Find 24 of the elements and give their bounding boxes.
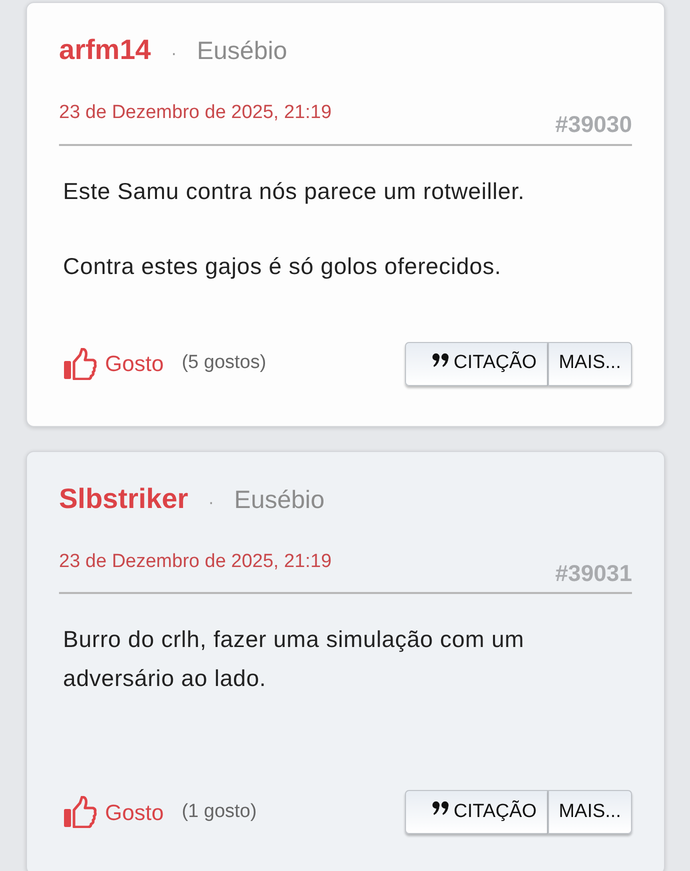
more-button[interactable]: MAIS... xyxy=(548,342,632,386)
quote-button[interactable]: CITAÇÃO xyxy=(404,790,548,834)
quote-icon xyxy=(432,800,450,816)
post-text: Contra estes gajos é só golos oferecidos. xyxy=(62,252,502,281)
like-count: (5 gostos) xyxy=(182,351,266,376)
like-count: (1 gosto) xyxy=(182,800,257,824)
post-number[interactable]: #39030 xyxy=(555,107,632,142)
author-name[interactable]: Slbstriker xyxy=(59,478,188,520)
post-text: Burro do crlh, fazer uma simulação com um adversário ao lado. xyxy=(62,625,526,693)
quote-icon xyxy=(432,352,450,368)
quote-button[interactable]: CITAÇÃO xyxy=(404,342,548,386)
post-date: 23 de Dezembro de 2025, 21:19 xyxy=(59,101,332,125)
post-text: Este Samu contra nós parece um rotweiller. xyxy=(62,176,526,206)
like-button[interactable]: Gosto xyxy=(63,796,164,828)
user-rank: Eusébio xyxy=(234,484,325,516)
thumbs-up-icon xyxy=(63,796,97,828)
post-date: 23 de Dezembro de 2025, 21:19 xyxy=(59,550,332,574)
more-button[interactable]: MAIS... xyxy=(548,790,632,834)
thumbs-up-icon xyxy=(63,348,97,380)
like-button[interactable]: Gosto xyxy=(63,347,164,380)
separator-dot: · xyxy=(207,490,216,514)
separator-dot: · xyxy=(170,42,178,65)
author-name[interactable]: arfm14 xyxy=(59,29,151,71)
user-rank: Eusébio xyxy=(196,36,288,67)
